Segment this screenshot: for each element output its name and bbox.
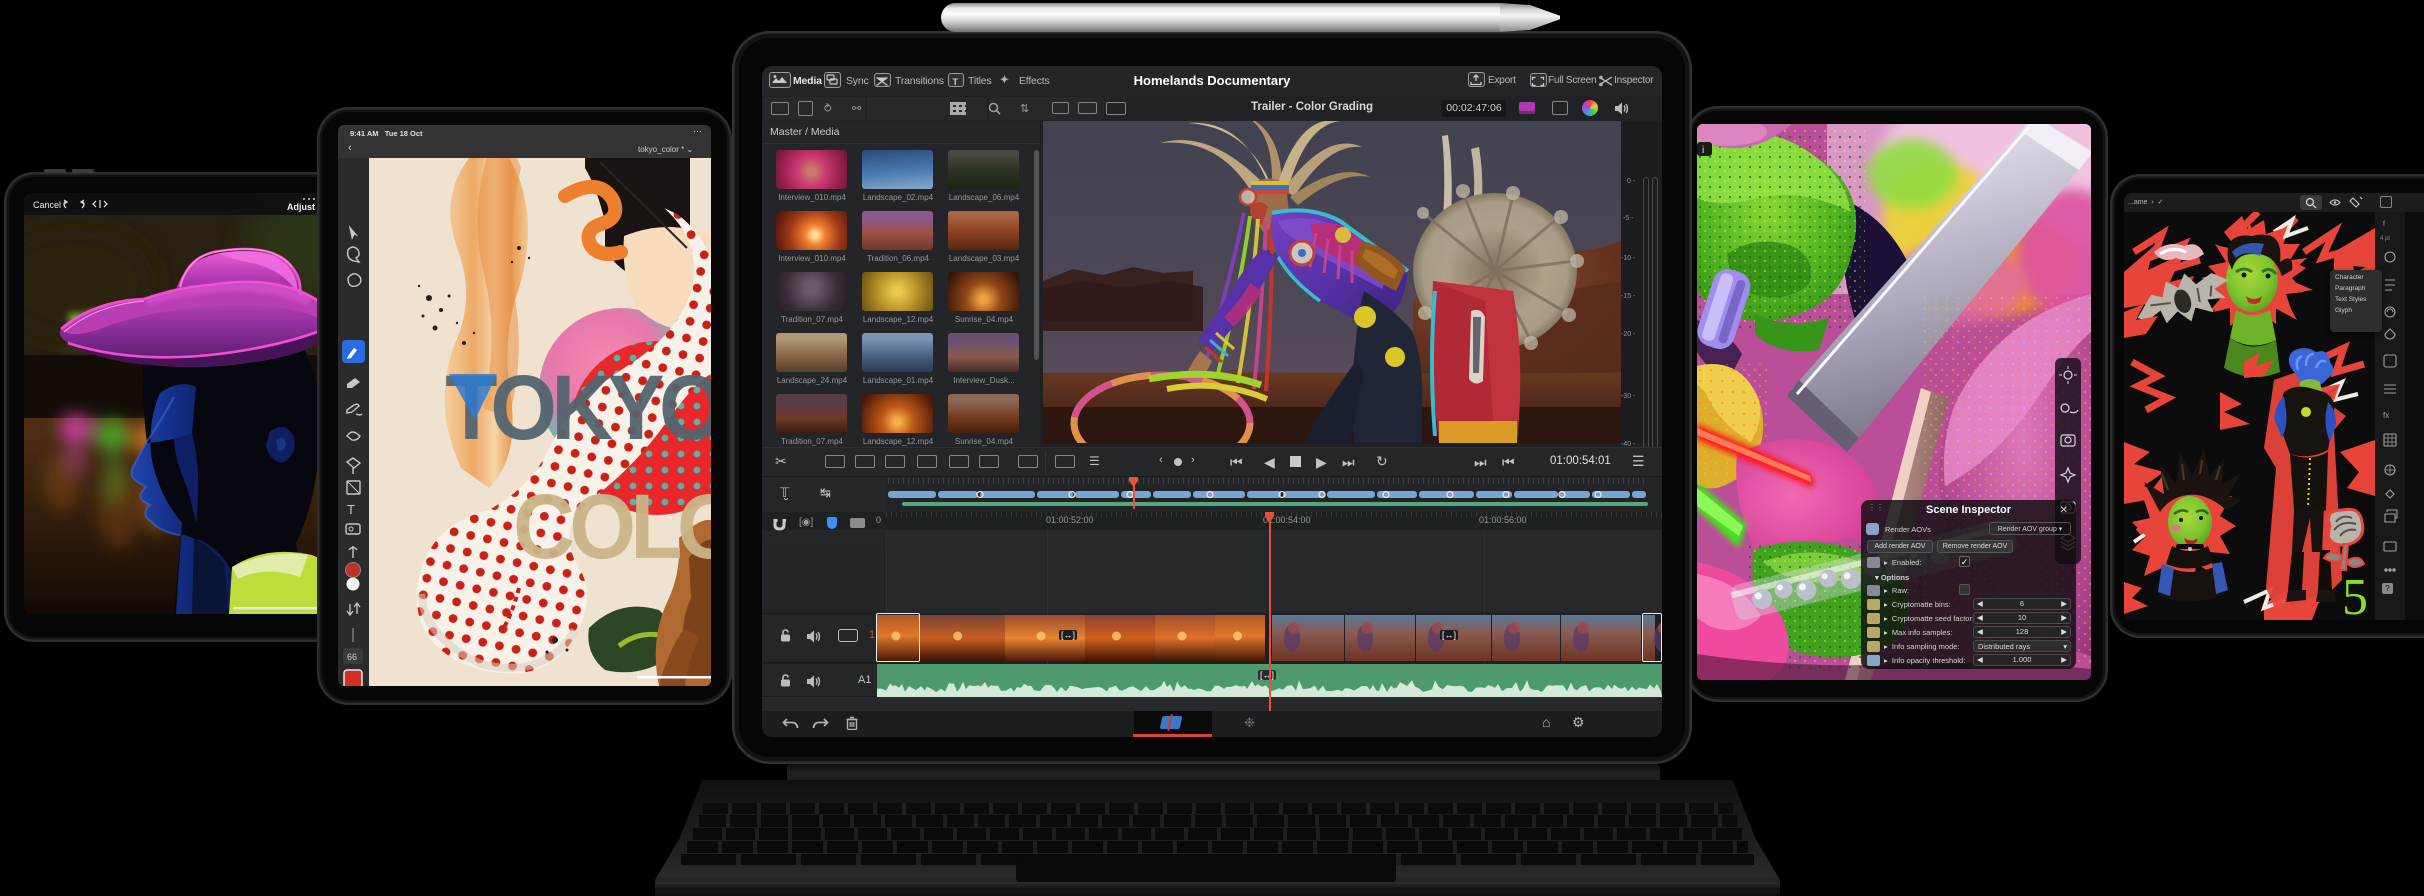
svg-text:COLO: COLO (513, 475, 711, 578)
svg-text:i: i (1702, 145, 1704, 156)
svg-text:f: f (2383, 221, 2385, 228)
svg-text:4 pt: 4 pt (2380, 236, 2390, 242)
svg-text:T: T (347, 502, 355, 517)
svg-text:fx: fx (2383, 411, 2389, 420)
svg-text:Cancel: Cancel (33, 200, 61, 210)
svg-text:66: 66 (347, 652, 357, 662)
svg-text:TOKYO: TOKYO (445, 356, 711, 459)
svg-text:5: 5 (2342, 569, 2368, 620)
svg-text:T: T (953, 77, 959, 87)
